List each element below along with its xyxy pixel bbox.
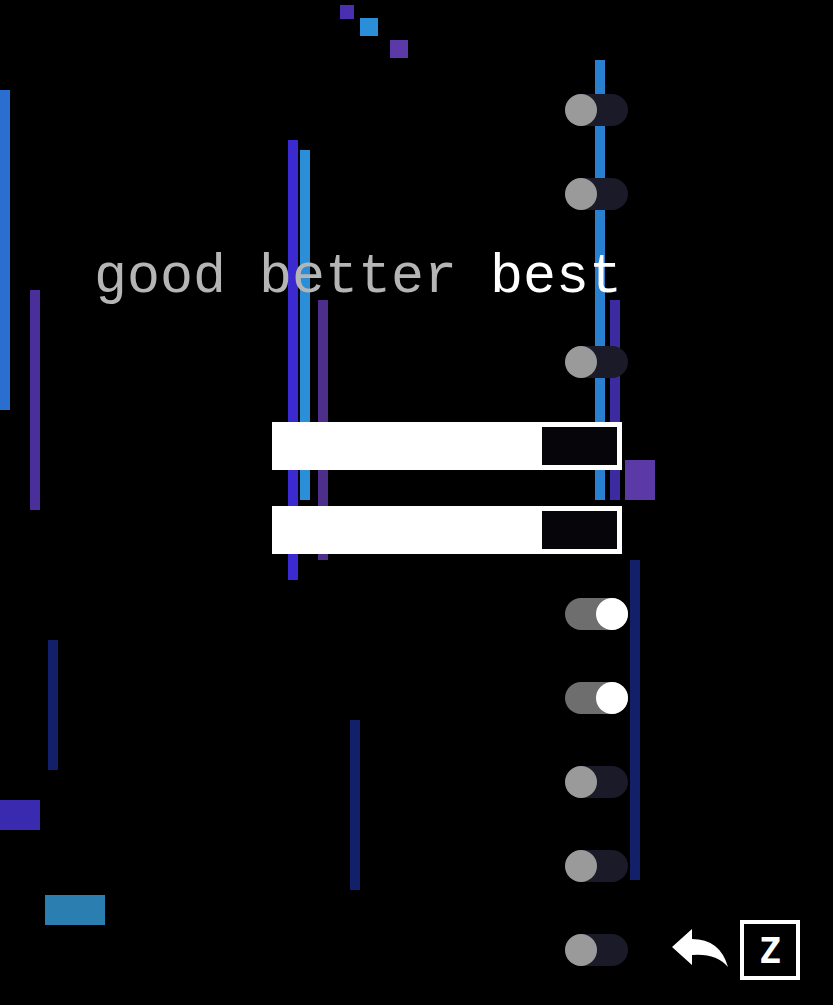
setting-row	[0, 68, 628, 152]
toggle-switch[interactable]	[565, 598, 628, 630]
choice-option[interactable]: better	[259, 245, 457, 311]
setting-row	[0, 740, 628, 824]
toggle-switch[interactable]	[565, 178, 628, 210]
slider-fill	[277, 511, 542, 549]
choice-option[interactable]: good	[94, 245, 226, 311]
toggle-knob	[596, 598, 628, 630]
setting-row	[0, 152, 628, 236]
toggle-switch[interactable]	[565, 766, 628, 798]
toggle-knob	[565, 346, 597, 378]
setting-row	[0, 572, 628, 656]
setting-row	[0, 488, 628, 572]
toggle-knob	[596, 682, 628, 714]
slider-fill	[277, 427, 542, 465]
toggle-switch[interactable]	[565, 94, 628, 126]
settings-screen: good better best Z	[0, 0, 833, 1005]
toggle-switch[interactable]	[565, 934, 628, 966]
toggle-switch[interactable]	[565, 682, 628, 714]
back-hint[interactable]: Z	[628, 908, 833, 992]
key-cap: Z	[740, 920, 800, 980]
toggle-switch[interactable]	[565, 346, 628, 378]
toggle-knob	[565, 94, 597, 126]
toggle-knob	[565, 850, 597, 882]
choice-option[interactable]: best	[490, 245, 622, 311]
back-arrow-icon	[670, 927, 732, 973]
toggle-knob	[565, 178, 597, 210]
rain-background-icon	[0, 0, 833, 1005]
slider[interactable]	[272, 422, 622, 470]
toggle-switch[interactable]	[565, 850, 628, 882]
setting-row	[0, 824, 628, 908]
slider[interactable]	[272, 506, 622, 554]
toggle-knob	[565, 934, 597, 966]
settings-menu: good better best Z	[0, 0, 833, 1005]
setting-row	[0, 908, 628, 992]
toggle-knob	[565, 766, 597, 798]
setting-row	[0, 404, 628, 488]
setting-row	[0, 656, 628, 740]
setting-row: good better best	[0, 236, 628, 320]
setting-row	[0, 320, 628, 404]
quality-choice: good better best	[94, 245, 622, 311]
